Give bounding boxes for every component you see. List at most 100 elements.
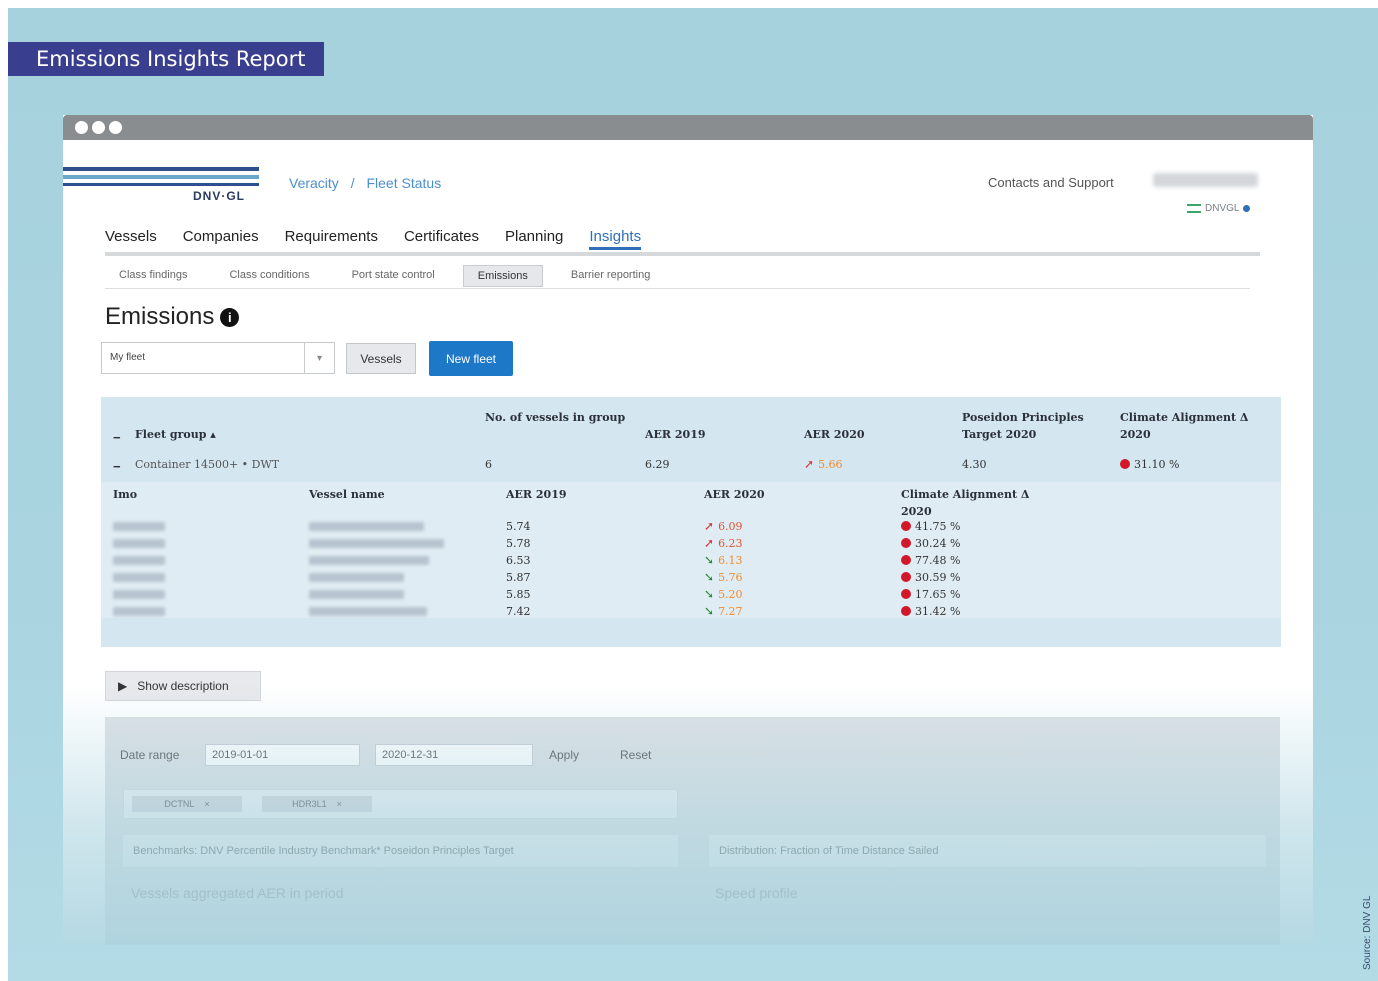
status-dot-icon: [901, 521, 911, 531]
breadcrumb: Veracity / Fleet Status: [289, 175, 449, 191]
expand-group-icon[interactable]: −: [113, 460, 125, 473]
chevron-down-icon[interactable]: ▾: [304, 343, 334, 373]
vessel-detail-table: Imo Vessel name AER 2019 AER 2020 Climat…: [101, 482, 1281, 618]
chip-label: DCTNL: [164, 799, 195, 809]
user-menu[interactable]: [1153, 173, 1258, 187]
trend-down-icon: ➘: [704, 553, 715, 567]
detail-col-imo: Imo: [113, 488, 138, 501]
group-climate-value: 31.10 %: [1134, 458, 1180, 471]
date-to-input[interactable]: 2020-12-31: [375, 744, 533, 766]
row-aer-2019: 6.53: [506, 554, 531, 567]
nav-divider: [105, 252, 1260, 256]
page-title-text: Emissions: [105, 303, 215, 330]
page-title: Emissions i: [105, 303, 240, 331]
col-pp-target[interactable]: Poseidon Principles Target 2020: [962, 409, 1102, 443]
imo-redacted: [113, 607, 165, 616]
window-titlebar: [63, 115, 1313, 140]
fleet-select-value: My fleet: [110, 352, 146, 363]
vessel-name-redacted: [309, 522, 424, 531]
row-aer-2019: 5.78: [506, 537, 531, 550]
benchmark-options[interactable]: Benchmarks: DNV Percentile Industry Benc…: [123, 835, 678, 867]
collapse-icon[interactable]: −: [113, 431, 125, 444]
report-banner: Emissions Insights Report: [8, 42, 324, 76]
col-num-vessels[interactable]: No. of vessels in group: [485, 409, 655, 426]
row-climate-value: 77.48 %: [915, 554, 961, 567]
show-description-button[interactable]: ▶ Show description: [105, 671, 261, 701]
group-name[interactable]: Container 14500+ • DWT: [135, 456, 279, 473]
row-climate-value: 41.75 %: [915, 520, 961, 533]
aer-card-title: Vessels aggregated AER in period: [131, 885, 344, 901]
fleet-select[interactable]: My fleet ▾: [101, 342, 335, 374]
sub-nav: Class findings Class conditions Port sta…: [105, 265, 664, 287]
row-aer-2020: ➘ 6.13: [704, 552, 743, 569]
apply-button[interactable]: Apply: [549, 748, 579, 762]
status-dot-icon: [901, 538, 911, 548]
row-aer-2020-value: 5.76: [718, 571, 743, 584]
date-from-input[interactable]: 2019-01-01: [205, 744, 360, 766]
tab-vessels[interactable]: Vessels: [105, 228, 157, 250]
subtab-barrier-reporting[interactable]: Barrier reporting: [557, 265, 664, 287]
vessel-chips-input[interactable]: DCTNL × HDR3L1 ×: [123, 789, 678, 819]
group-aer-2020-value: 5.66: [818, 458, 843, 471]
tab-certificates[interactable]: Certificates: [404, 228, 479, 250]
trend-down-icon: ➘: [704, 570, 715, 584]
vessel-chip[interactable]: DCTNL ×: [132, 796, 242, 812]
dnv-logo[interactable]: DNV·GL: [63, 163, 259, 203]
group-climate: 31.10 %: [1120, 456, 1179, 473]
col-fleet-group[interactable]: Fleet group ▴: [135, 426, 216, 443]
trend-down-icon: ➘: [704, 604, 715, 618]
tab-insights[interactable]: Insights: [589, 228, 642, 250]
trend-down-icon: ➘: [704, 587, 715, 601]
vessel-name-redacted: [309, 556, 429, 565]
subtab-emissions[interactable]: Emissions: [462, 265, 543, 287]
new-fleet-button[interactable]: New fleet: [429, 341, 513, 376]
subtab-class-findings[interactable]: Class findings: [105, 265, 201, 287]
tab-planning[interactable]: Planning: [505, 228, 563, 250]
status-dot-icon: [901, 555, 911, 565]
imo-redacted: [113, 573, 165, 582]
subtab-class-conditions[interactable]: Class conditions: [215, 265, 323, 287]
group-num-vessels: 6: [485, 458, 492, 471]
col-aer-2019[interactable]: AER 2019: [645, 426, 706, 443]
breadcrumb-veracity[interactable]: Veracity: [289, 175, 339, 191]
menu-lines-icon: [1187, 204, 1201, 213]
contacts-link[interactable]: Contacts and Support: [988, 175, 1114, 190]
subtab-port-state-control[interactable]: Port state control: [338, 265, 449, 287]
row-climate: 77.48 %: [901, 552, 960, 569]
info-icon[interactable]: i: [220, 307, 240, 327]
report-title: Emissions Insights Report: [36, 47, 306, 71]
logo-stripe: [63, 183, 259, 186]
vessel-name-redacted: [309, 607, 427, 616]
environment-badge: DNVGL: [1187, 203, 1251, 214]
row-aer-2020-value: 6.13: [718, 554, 743, 567]
row-aer-2020: ➚ 6.09: [704, 518, 743, 535]
vessels-button[interactable]: Vessels: [346, 343, 416, 374]
breadcrumb-fleet-status[interactable]: Fleet Status: [366, 175, 441, 191]
detail-col-aer-2020: AER 2020: [704, 488, 765, 501]
environment-label: DNVGL: [1205, 203, 1240, 214]
row-aer-2020: ➘ 5.76: [704, 569, 743, 586]
row-aer-2020-value: 6.23: [718, 537, 743, 550]
tab-companies[interactable]: Companies: [183, 228, 259, 250]
tab-requirements[interactable]: Requirements: [285, 228, 378, 250]
col-aer-2020[interactable]: AER 2020: [804, 426, 865, 443]
vessel-chip[interactable]: HDR3L1 ×: [262, 796, 372, 812]
fleet-table: − Fleet group ▴ No. of vessels in group …: [101, 397, 1281, 647]
reset-button[interactable]: Reset: [620, 748, 651, 762]
distribution-options[interactable]: Distribution: Fraction of Time Distance …: [709, 835, 1266, 867]
row-aer-2020: ➘ 7.27: [704, 603, 743, 620]
play-triangle-icon: ▶: [118, 679, 128, 693]
col-climate-alignment[interactable]: Climate Alignment Δ 2020: [1120, 409, 1270, 443]
row-aer-2020-value: 7.27: [718, 605, 743, 618]
row-aer-2020-value: 5.20: [718, 588, 743, 601]
row-climate-value: 30.59 %: [915, 571, 961, 584]
logo-stripe: [63, 175, 259, 179]
window-dot-icon: [109, 121, 122, 134]
close-icon[interactable]: ×: [204, 799, 209, 809]
close-icon[interactable]: ×: [337, 799, 342, 809]
group-aer-2019: 6.29: [645, 458, 670, 471]
detail-col-vessel-name: Vessel name: [309, 488, 385, 501]
status-dot-icon: [1243, 205, 1251, 212]
trend-up-icon: ➚: [804, 457, 815, 471]
row-climate: 31.42 %: [901, 603, 960, 620]
